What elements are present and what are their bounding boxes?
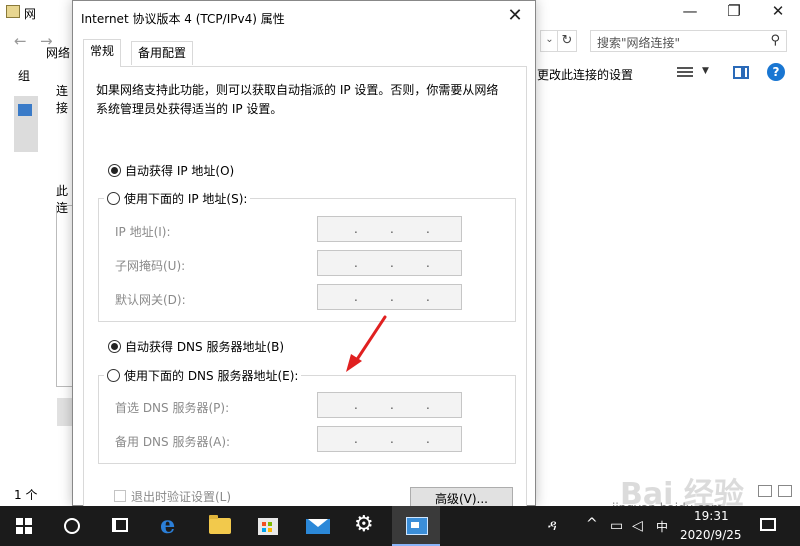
task-view-button[interactable]	[96, 506, 144, 546]
show-hidden-icons-chevron-icon[interactable]: ^	[586, 516, 598, 532]
network-control-panel-button[interactable]	[392, 506, 440, 546]
gear-icon: ⚙	[354, 512, 374, 537]
edge-button[interactable]: e	[148, 506, 196, 546]
mail-button[interactable]	[294, 506, 342, 546]
search-circle-icon	[64, 518, 80, 534]
arrow-shaft	[354, 315, 387, 363]
clock-date[interactable]: 2020/9/25	[680, 528, 742, 542]
folder-icon	[209, 515, 231, 534]
volume-icon[interactable]: ◁	[632, 518, 643, 534]
baidu-watermark: Bai 经验 jingyan.baidu.com	[600, 455, 800, 515]
taskbar: e ⚙ ዳ ^ ▭ ◁ 中 19:31 2020/9/25	[0, 506, 800, 546]
notification-center-icon[interactable]	[760, 518, 776, 531]
people-icon[interactable]: ዳ	[548, 518, 557, 534]
settings-button[interactable]: ⚙	[342, 506, 390, 546]
taskbar-search-button[interactable]	[48, 506, 96, 546]
control-panel-icon	[406, 517, 428, 535]
tab-general[interactable]: 常规	[83, 39, 122, 67]
file-explorer-button[interactable]	[196, 506, 244, 546]
store-icon	[258, 518, 278, 535]
start-button[interactable]	[0, 506, 48, 546]
ime-indicator[interactable]: 中	[656, 518, 668, 535]
network-tray-icon[interactable]: ▭	[610, 518, 623, 534]
clock-time[interactable]: 19:31	[694, 509, 729, 523]
windows-logo-icon	[16, 518, 32, 534]
edge-icon: e	[160, 510, 176, 539]
task-view-icon	[112, 518, 128, 532]
mail-icon	[306, 519, 330, 534]
store-button[interactable]	[244, 506, 292, 546]
